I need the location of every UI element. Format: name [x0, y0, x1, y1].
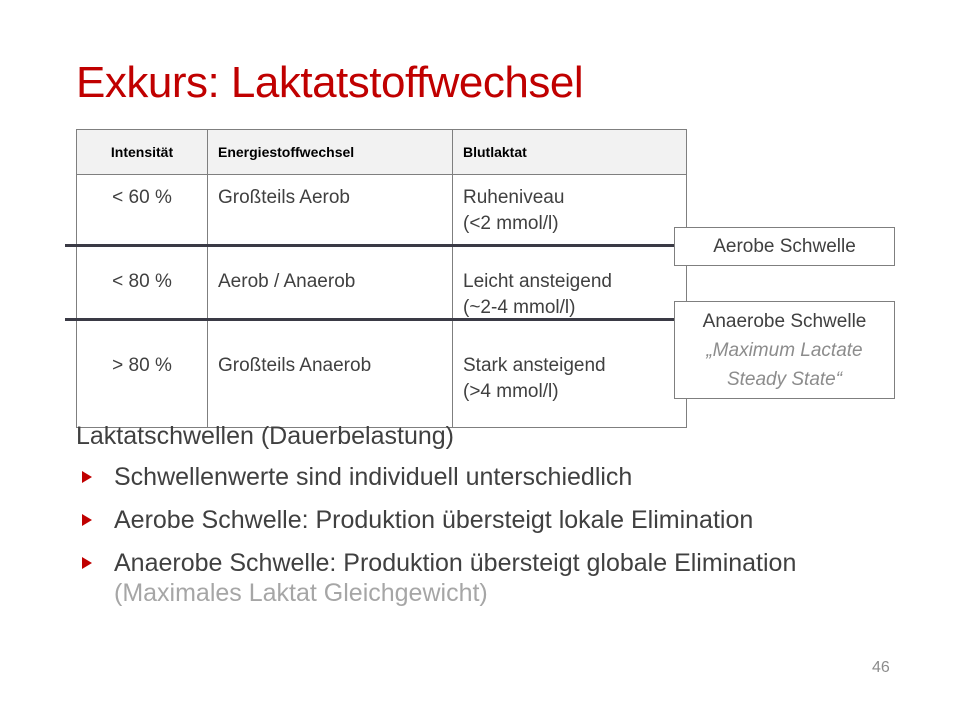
slide-title: Exkurs: Laktatstoffwechsel: [76, 58, 584, 107]
anaerobic-threshold-callout: Anaerobe Schwelle „Maximum Lactate Stead…: [674, 301, 895, 399]
aerobic-threshold-label: Aerobe Schwelle: [713, 236, 856, 257]
column-header-intensity: Intensität: [76, 129, 208, 175]
list-item: Anaerobe Schwelle: Produktion übersteigt…: [76, 548, 936, 608]
column-header-energy-metabolism: Energiestoffwechsel: [207, 129, 453, 175]
list-item: Schwellenwerte sind individuell untersch…: [76, 462, 936, 492]
bullet-arrow-icon: [82, 557, 92, 569]
bullet-arrow-icon: [82, 514, 92, 526]
bullet-text: Anaerobe Schwelle: Produktion übersteigt…: [114, 549, 797, 577]
bullet-list: Schwellenwerte sind individuell untersch…: [76, 462, 936, 621]
anaerobic-threshold-subtitle: „Maximum Lactate Steady State“: [706, 340, 863, 390]
aerobic-threshold-line: [65, 244, 675, 247]
anaerobic-threshold-label: Anaerobe Schwelle: [702, 311, 867, 332]
section-heading: Laktatschwellen (Dauerbelastung): [76, 422, 454, 450]
column-header-blood-lactate: Blutlaktat: [452, 129, 687, 175]
table-cell: Aerob / Anaerob: [207, 259, 453, 343]
table-cell: Großteils Anaerob: [207, 343, 453, 428]
anaerobic-threshold-line: [65, 318, 675, 321]
table-row: > 80 % Großteils Anaerob Stark ansteigen…: [76, 343, 687, 428]
table-row: < 80 % Aerob / Anaerob Leicht ansteigend…: [76, 259, 687, 343]
bullet-text: Aerobe Schwelle: Produktion übersteigt l…: [114, 506, 754, 534]
list-item: Aerobe Schwelle: Produktion übersteigt l…: [76, 505, 936, 535]
table-cell: > 80 %: [76, 343, 208, 428]
bullet-arrow-icon: [82, 471, 92, 483]
table-cell: < 80 %: [76, 259, 208, 343]
table-header-row: Intensität Energiestoffwechsel Blutlakta…: [76, 129, 687, 175]
lactate-table: Intensität Energiestoffwechsel Blutlakta…: [76, 129, 687, 428]
aerobic-threshold-callout: Aerobe Schwelle: [674, 227, 895, 266]
page-number: 46: [872, 659, 890, 676]
bullet-text: Schwellenwerte sind individuell untersch…: [114, 463, 633, 491]
table-cell: Stark ansteigend (>4 mmol/l): [452, 343, 687, 428]
bullet-note: (Maximales Laktat Gleichgewicht): [114, 579, 488, 607]
table-cell: Leicht ansteigend (~2-4 mmol/l): [452, 259, 687, 343]
